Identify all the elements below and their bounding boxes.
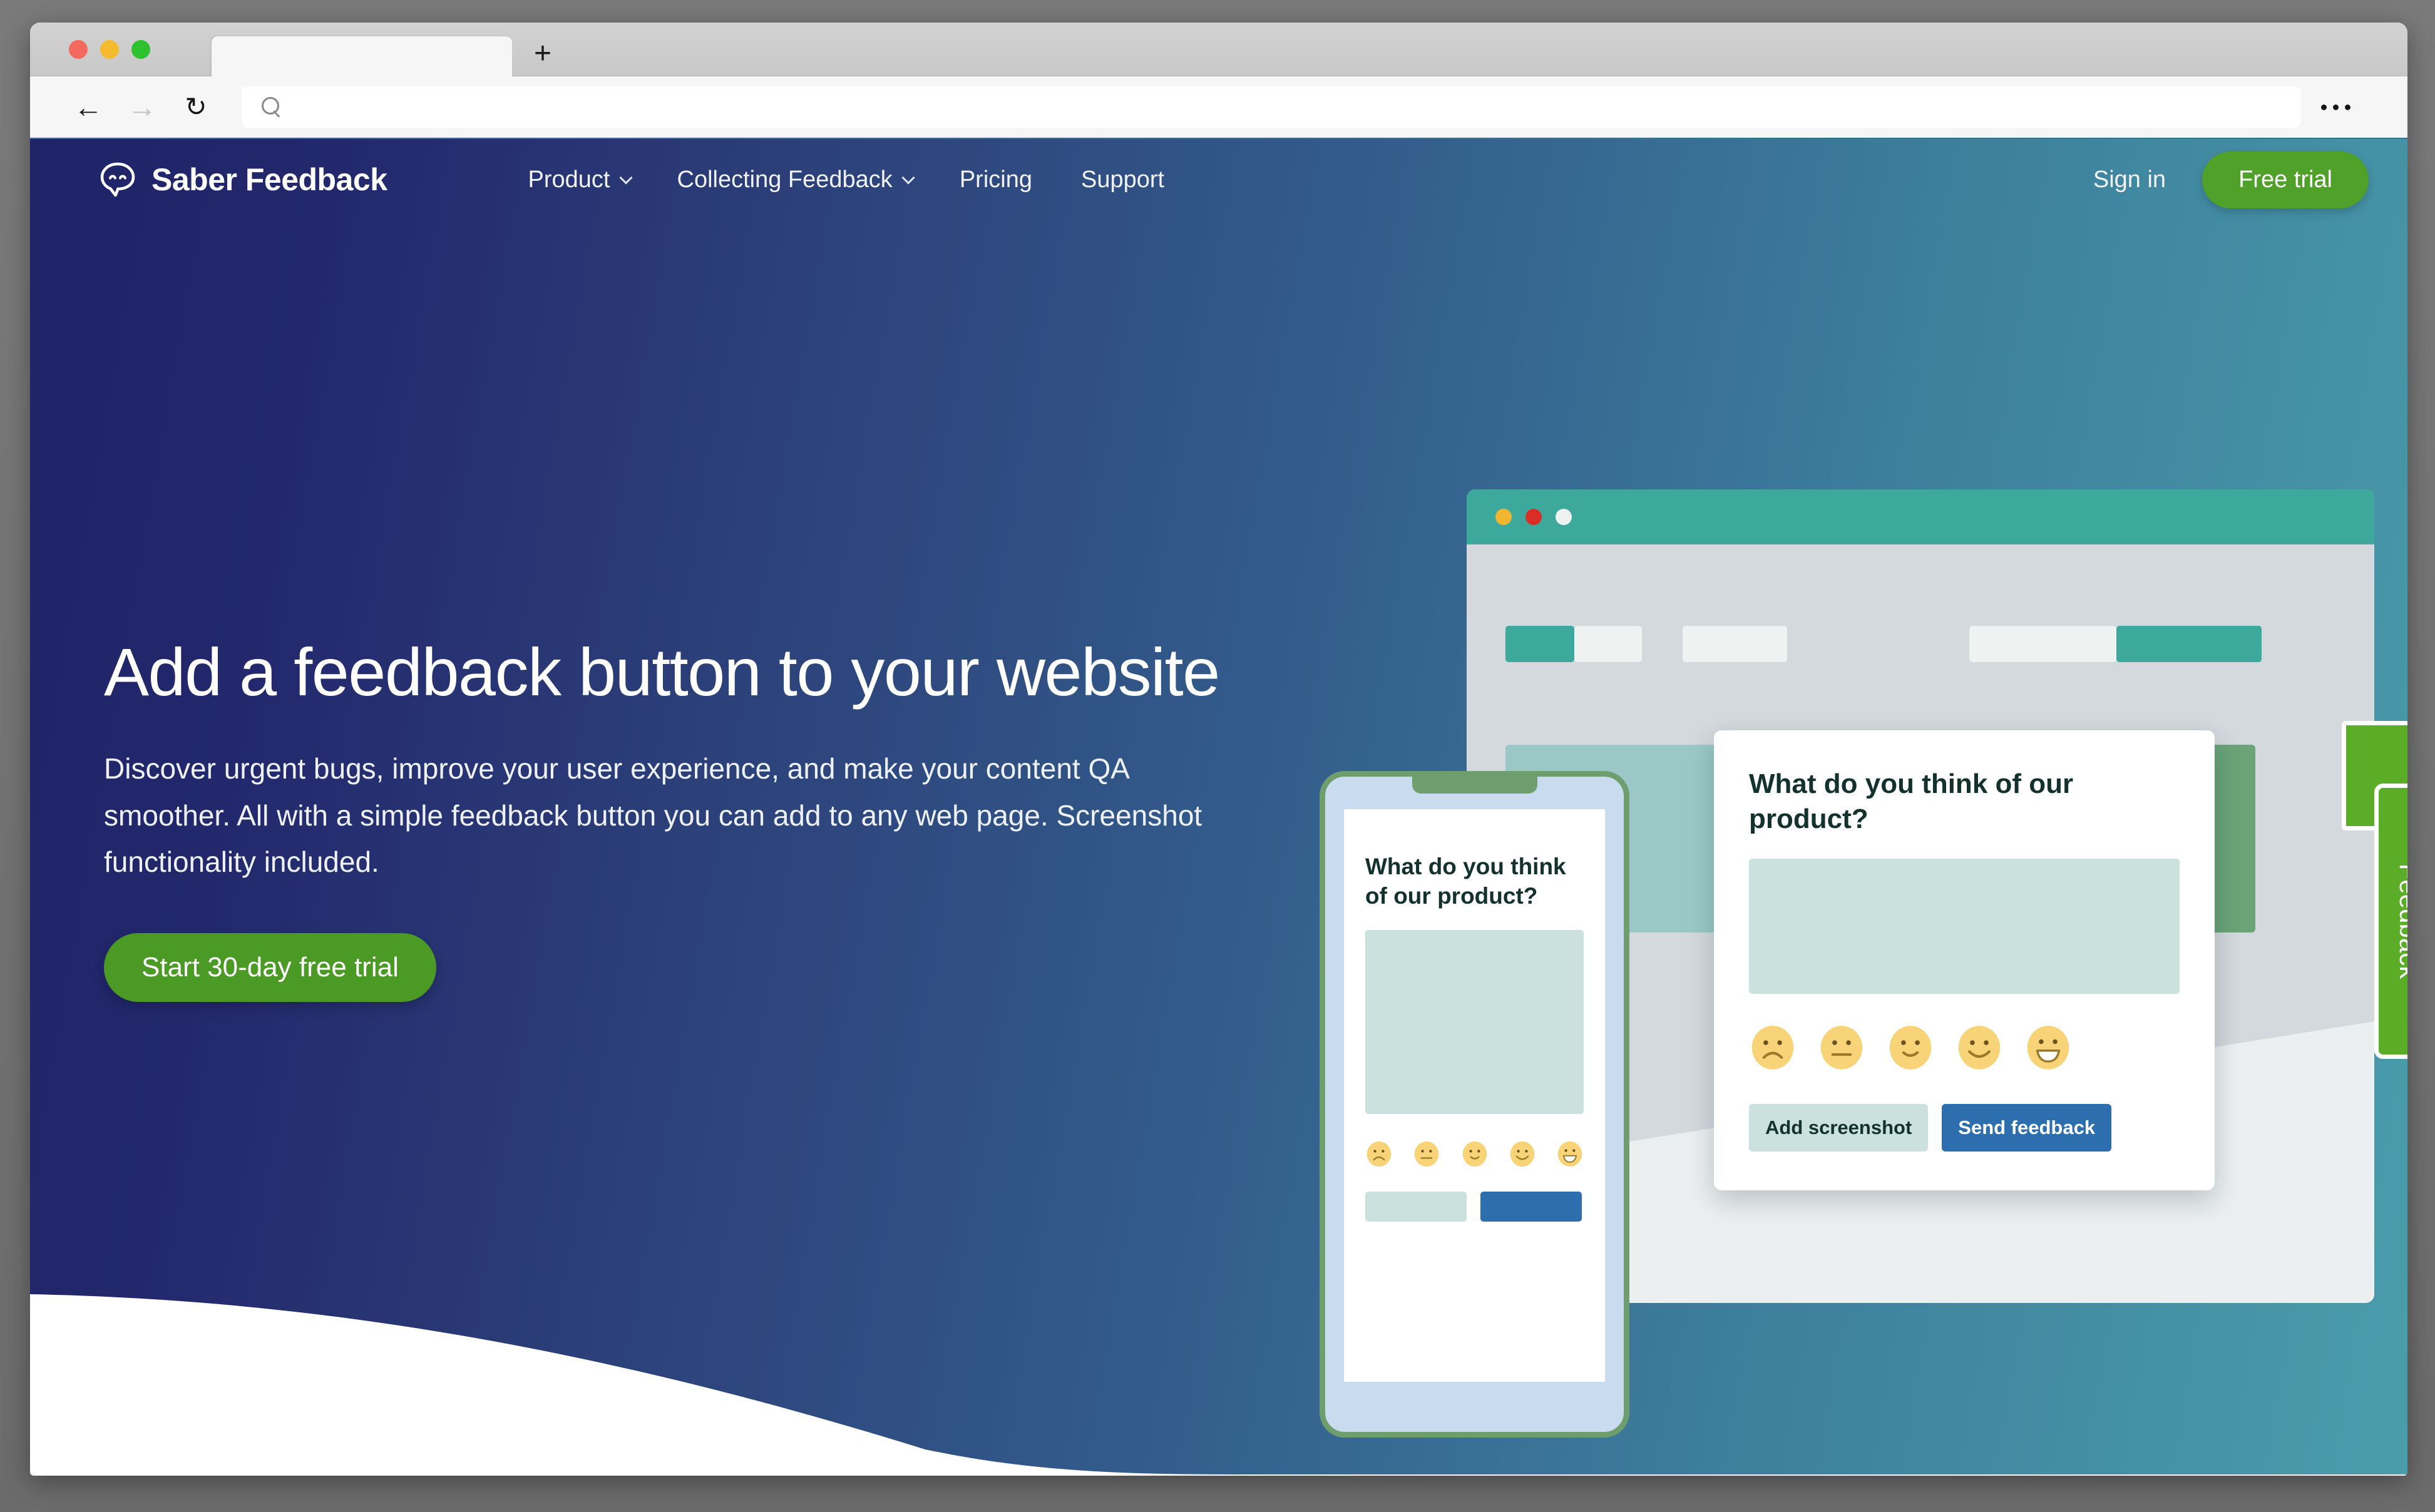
sign-in-link[interactable]: Sign in (2093, 166, 2166, 193)
header-actions: Sign in Free trial (2093, 151, 2369, 208)
speech-bubble-smiley-icon (100, 162, 135, 197)
phone-notch (1412, 776, 1537, 794)
phone-add-screenshot-button[interactable] (1365, 1191, 1467, 1222)
smile-face-icon[interactable] (1956, 1024, 2003, 1071)
phone-rating-row (1365, 1140, 1584, 1168)
nav-item-product[interactable]: Product (528, 166, 633, 193)
feedback-button-row: Add screenshot Send feedback (1749, 1103, 2180, 1152)
nav-item-label: Product (528, 166, 610, 193)
overflow-dot (2332, 104, 2339, 110)
main-navigation: Product Collecting Feedback Pricing Supp… (528, 166, 1165, 193)
phone-screen: What do you think of our product? (1344, 809, 1605, 1382)
maximize-window-button[interactable] (131, 40, 150, 59)
nav-item-support[interactable]: Support (1081, 166, 1164, 193)
close-window-button[interactable] (69, 40, 88, 59)
mock-dot-yellow (1495, 509, 1512, 525)
hero-illustration: Feedback What do you think of our produc… (1320, 489, 2407, 1438)
mock-bar (1969, 626, 2116, 662)
phone-comment-input[interactable] (1365, 929, 1584, 1114)
add-screenshot-button[interactable]: Add screenshot (1749, 1103, 1929, 1152)
send-feedback-button[interactable]: Send feedback (1942, 1103, 2112, 1152)
url-input[interactable] (242, 86, 2301, 128)
window-traffic-lights (69, 40, 150, 59)
feedback-rating-row (1749, 1024, 2180, 1071)
page-viewport: Saber Feedback Product Collecting Feedba… (30, 139, 2407, 1474)
mock-dot-white (1556, 509, 1572, 525)
mock-bar (1505, 626, 1574, 662)
grin-face-icon[interactable] (1556, 1140, 1584, 1168)
brand-logo[interactable]: Saber Feedback (99, 161, 387, 198)
mock-dot-red (1525, 509, 1542, 525)
slight-smile-face-icon[interactable] (1461, 1140, 1489, 1168)
mock-bar (1574, 626, 1642, 662)
nav-item-label: Pricing (959, 166, 1032, 193)
desktop-backdrop: + ← → ↻ Saber Feedback Product Collectin… (0, 0, 2435, 1512)
mock-bar (2116, 626, 2262, 662)
feedback-widget-card: What do you think of our product? Add sc… (1714, 730, 2215, 1190)
mock-browser-titlebar (1467, 489, 2374, 544)
feedback-side-tab-label: Feedback (2394, 863, 2407, 979)
hero-subtitle: Discover urgent bugs, improve your user … (104, 752, 1202, 879)
feedback-side-tab[interactable]: Feedback (2374, 784, 2407, 1059)
new-tab-button[interactable]: + (528, 39, 558, 70)
start-free-trial-button[interactable]: Start 30-day free trial (104, 932, 436, 1002)
nav-item-pricing[interactable]: Pricing (960, 166, 1032, 193)
feedback-comment-input[interactable] (1749, 858, 2180, 994)
sad-face-icon[interactable] (1749, 1024, 1797, 1071)
site-header: Saber Feedback Product Collecting Feedba… (30, 139, 2407, 220)
chevron-down-icon (901, 170, 915, 185)
neutral-face-icon[interactable] (1818, 1024, 1865, 1071)
mock-bar (1683, 626, 1787, 662)
minimize-window-button[interactable] (100, 40, 119, 59)
nav-item-label: Collecting Feedback (677, 166, 893, 193)
browser-toolbar: ← → ↻ (30, 76, 2407, 139)
phone-send-feedback-button[interactable] (1480, 1191, 1582, 1222)
smile-face-icon[interactable] (1509, 1140, 1536, 1168)
page-title: Add a feedback button to your website (104, 634, 1220, 710)
reload-icon[interactable]: ↻ (177, 88, 215, 126)
brand-name: Saber Feedback (151, 162, 387, 197)
nav-item-label: Support (1080, 166, 1165, 193)
free-trial-button[interactable]: Free trial (2202, 151, 2369, 208)
overflow-dot (2320, 104, 2327, 110)
neutral-face-icon[interactable] (1413, 1140, 1440, 1168)
grin-face-icon[interactable] (2024, 1024, 2072, 1071)
search-icon (260, 96, 282, 118)
browser-window: + ← → ↻ Saber Feedback Product Collectin… (30, 23, 2407, 1476)
browser-tab-strip: + (30, 23, 2407, 76)
hero-copy: Add a feedback button to your website Di… (104, 633, 1249, 1002)
forward-arrow-icon[interactable]: → (123, 88, 161, 126)
feedback-widget-title: What do you think of our product? (1749, 769, 2074, 835)
slight-smile-face-icon[interactable] (1887, 1024, 1934, 1071)
nav-item-collecting-feedback[interactable]: Collecting Feedback (677, 166, 915, 193)
browser-tab[interactable] (212, 36, 512, 76)
phone-widget-title: What do you think of our product? (1365, 854, 1566, 909)
overflow-dot (2344, 104, 2350, 110)
phone-mockup: What do you think of our product? (1320, 771, 1629, 1438)
phone-button-row (1365, 1191, 1584, 1222)
sad-face-icon[interactable] (1365, 1140, 1393, 1168)
overflow-menu-icon[interactable] (2301, 104, 2370, 110)
chevron-down-icon (618, 170, 633, 185)
back-arrow-icon[interactable]: ← (69, 88, 108, 126)
